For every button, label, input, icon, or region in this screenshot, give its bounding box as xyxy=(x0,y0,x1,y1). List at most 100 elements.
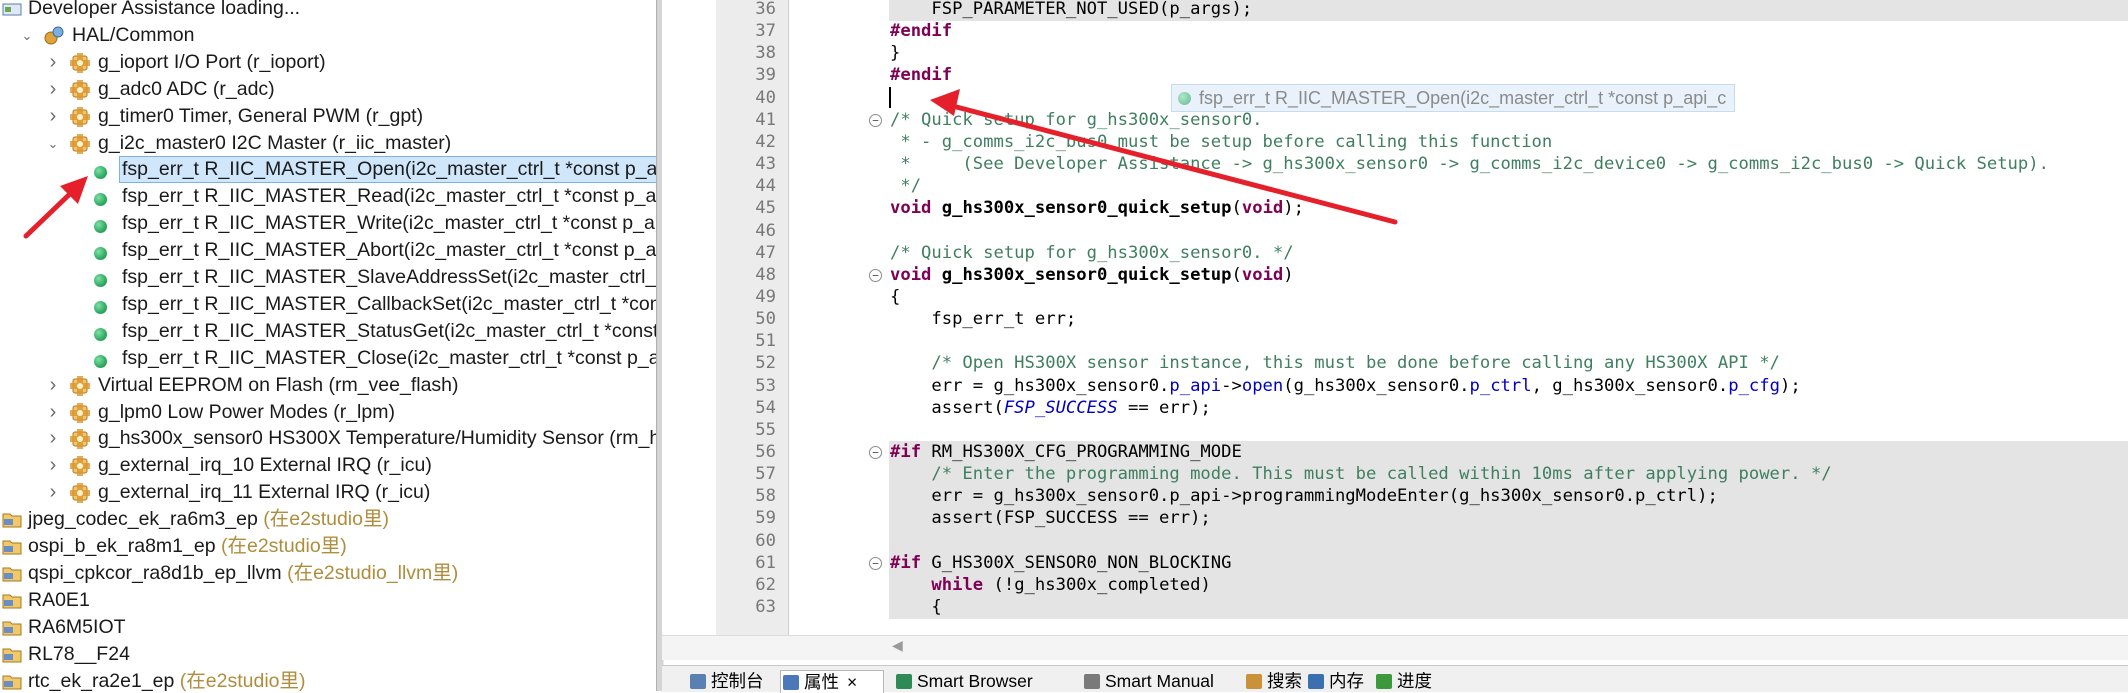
code-line[interactable]: 62 while (!g_hs300x_completed) xyxy=(662,573,2128,597)
code-token: p_ctrl xyxy=(1469,375,1532,396)
project-tree-item[interactable]: jpeg_codec_ek_ra6m3_ep (在e2studio里) xyxy=(0,506,656,533)
api-function-item[interactable]: fsp_err_t R_IIC_MASTER_StatusGet(i2c_mas… xyxy=(0,318,656,345)
code-line[interactable]: 50 fsp_err_t err; xyxy=(662,308,2128,331)
api-function-item[interactable]: fsp_err_t R_IIC_MASTER_Open(i2c_master_c… xyxy=(0,156,656,184)
line-number: 61 xyxy=(755,552,776,573)
code-token: { xyxy=(890,286,901,307)
project-tree-item[interactable]: Developer Assistance loading... xyxy=(0,0,656,22)
module-tree-item[interactable]: › Virtual EEPROM on Flash (rm_vee_flash) xyxy=(0,372,656,399)
code-line[interactable]: 53 err = g_hs300x_sensor0.p_api->open(g_… xyxy=(662,375,2128,398)
line-number: 56 xyxy=(755,442,776,462)
fold-toggle-icon[interactable]: − xyxy=(869,268,882,282)
code-line[interactable]: 56 − #if RM_HS300X_CFG_PROGRAMMING_MODE xyxy=(662,441,2128,464)
function-icon xyxy=(92,268,112,288)
code-token: g_hs300x_sensor0_quick_setup xyxy=(941,198,1232,219)
module-tree-item[interactable]: › g_external_irq_10 External IRQ (r_icu) xyxy=(0,452,656,479)
api-function-item[interactable]: fsp_err_t R_IIC_MASTER_CallbackSet(i2c_m… xyxy=(0,291,656,318)
code-line[interactable]: 63 { xyxy=(662,596,2128,619)
chevron-right-icon[interactable]: › xyxy=(46,76,60,103)
chevron-right-icon[interactable]: › xyxy=(46,452,60,479)
module-tree-item[interactable]: › g_lpm0 Low Power Modes (r_lpm) xyxy=(0,399,656,426)
tree-item-label: fsp_err_t R_IIC_MASTER_Write(i2c_master_… xyxy=(122,212,656,235)
code-text: { xyxy=(889,596,2128,619)
view-tab-label: 进度 xyxy=(1397,671,1432,691)
code-line[interactable]: 42 * - g_comms_i2c_bus0 must be setup be… xyxy=(662,131,2128,154)
project-icon xyxy=(2,591,22,611)
code-token: p_api xyxy=(1169,375,1222,396)
memory-icon xyxy=(1308,674,1324,689)
code-line[interactable]: 37 #endif xyxy=(662,20,2128,43)
view-tab[interactable]: 进度 xyxy=(1374,670,1432,692)
module-tree-item[interactable]: › g_external_irq_11 External IRQ (r_icu) xyxy=(0,479,656,506)
view-tab[interactable]: 控制台 xyxy=(688,670,764,692)
fold-toggle-icon[interactable]: − xyxy=(869,556,882,570)
code-line[interactable]: 46 xyxy=(662,220,2128,243)
view-tab[interactable]: Smart Browser xyxy=(894,670,1033,692)
code-line[interactable]: 49 { xyxy=(662,286,2128,309)
chevron-right-icon[interactable]: › xyxy=(46,103,60,130)
code-text: * - g_comms_i2c_bus0 must be setup befor… xyxy=(889,131,2128,154)
code-line[interactable]: 58 err = g_hs300x_sensor0.p_api->program… xyxy=(662,485,2128,508)
code-line[interactable]: 61 − #if G_HS300X_SENSOR0_NON_BLOCKING xyxy=(662,551,2128,575)
view-tab[interactable]: 搜索 xyxy=(1244,670,1302,692)
code-line[interactable]: 54 assert(FSP_SUCCESS == err); xyxy=(662,397,2128,420)
function-icon xyxy=(92,322,112,342)
code-token: #if xyxy=(890,442,922,462)
view-tab[interactable]: 内存 xyxy=(1306,670,1364,692)
module-tree-item[interactable]: › g_timer0 Timer, General PWM (r_gpt) xyxy=(0,103,656,130)
chevron-right-icon[interactable]: › xyxy=(46,425,60,452)
module-tree-item[interactable]: ⌄ HAL/Common xyxy=(0,22,656,49)
api-function-item[interactable]: fsp_err_t R_IIC_MASTER_Read(i2c_master_c… xyxy=(0,183,656,210)
module-tree-item[interactable]: ⌄ g_i2c_master0 I2C Master (r_iic_master) xyxy=(0,130,656,157)
code-line[interactable]: 60 xyxy=(662,529,2128,553)
tree-item-label-wrap: fsp_err_t R_IIC_MASTER_StatusGet(i2c_mas… xyxy=(120,319,656,344)
code-line[interactable]: 47 /* Quick setup for g_hs300x_sensor0. *… xyxy=(662,242,2128,265)
chevron-right-icon[interactable]: › xyxy=(46,49,60,76)
tree-item-label: ospi_b_ek_ra8m1_ep xyxy=(28,535,216,557)
chevron-right-icon[interactable]: › xyxy=(46,372,60,399)
code-line[interactable]: 44 */ xyxy=(662,175,2128,198)
code-line[interactable]: 36 FSP_PARAMETER_NOT_USED(p_args); xyxy=(662,0,2128,21)
project-tree-item[interactable]: RA0E1 xyxy=(0,587,656,614)
module-tree-item[interactable]: › g_adc0 ADC (r_adc) xyxy=(0,76,656,103)
code-line[interactable]: 52 /* Open HS300X sensor instance, this … xyxy=(662,352,2128,375)
horizontal-scrollbar[interactable]: ◀ xyxy=(662,635,2128,660)
close-icon[interactable]: × xyxy=(847,672,857,692)
fold-toggle-icon[interactable]: − xyxy=(869,113,882,127)
view-tab[interactable]: Smart Manual xyxy=(1082,670,1214,692)
tree-item-label-wrap: HAL/Common xyxy=(70,23,196,48)
code-line[interactable]: 55 xyxy=(662,419,2128,442)
chevron-down-icon[interactable]: ⌄ xyxy=(46,130,60,157)
code-line[interactable]: 48− void g_hs300x_sensor0_quick_setup(voi… xyxy=(662,264,2128,287)
code-line[interactable]: 57 /* Enter the programming mode. This m… xyxy=(662,463,2128,486)
api-function-item[interactable]: fsp_err_t R_IIC_MASTER_Write(i2c_master_… xyxy=(0,210,656,237)
code-line[interactable]: 45 void g_hs300x_sensor0_quick_setup(void… xyxy=(662,197,2128,220)
code-token: */ xyxy=(890,176,922,197)
project-tree-item[interactable]: qspi_cpkcor_ra8d1b_ep_llvm (在e2studio_ll… xyxy=(0,560,656,587)
project-explorer-tree: Developer Assistance loading... ⌄ HAL/Comm… xyxy=(0,0,656,691)
chevron-right-icon[interactable]: › xyxy=(46,399,60,426)
module-tree-item[interactable]: › g_hs300x_sensor0 HS300X Temperature/Hum… xyxy=(0,425,656,452)
scroll-left-icon[interactable]: ◀ xyxy=(892,637,903,654)
api-function-item[interactable]: fsp_err_t R_IIC_MASTER_Abort(i2c_master_… xyxy=(0,237,656,264)
fold-toggle-icon[interactable]: − xyxy=(869,446,882,459)
view-tab[interactable]: 属性 × xyxy=(780,670,884,693)
chevron-right-icon[interactable]: › xyxy=(46,479,60,506)
code-line[interactable]: 59 assert(FSP_SUCCESS == err); xyxy=(662,507,2128,530)
api-function-item[interactable]: fsp_err_t R_IIC_MASTER_SlaveAddressSet(i… xyxy=(0,264,656,291)
module-tree-item[interactable]: › g_ioport I/O Port (r_ioport) xyxy=(0,49,656,76)
code-line[interactable]: 51 xyxy=(662,330,2128,353)
project-tree-item[interactable]: RL78__F24 xyxy=(0,641,656,668)
api-function-item[interactable]: fsp_err_t R_IIC_MASTER_Close(i2c_master_… xyxy=(0,345,656,372)
code-line[interactable]: 41 −/* Quick setup for g_hs300x_sensor0. xyxy=(662,109,2128,132)
code-line[interactable]: 38} xyxy=(662,42,2128,65)
chevron-down-icon[interactable]: ⌄ xyxy=(20,22,34,49)
project-tree-item[interactable]: ospi_b_ek_ra8m1_ep (在e2studio里) xyxy=(0,533,656,560)
code-line[interactable]: 43 * (See Developer Assistance -> g_hs30… xyxy=(662,153,2128,176)
console-icon xyxy=(690,674,706,689)
function-icon xyxy=(92,214,112,234)
project-tree-item[interactable]: rtc_ek_ra2e1_ep (在e2studio里) xyxy=(0,668,656,691)
line-number: 55 xyxy=(755,419,776,440)
project-tree-item[interactable]: RA6M5IOT xyxy=(0,614,656,641)
tree-item-label: g_adc0 ADC (r_adc) xyxy=(98,77,275,100)
